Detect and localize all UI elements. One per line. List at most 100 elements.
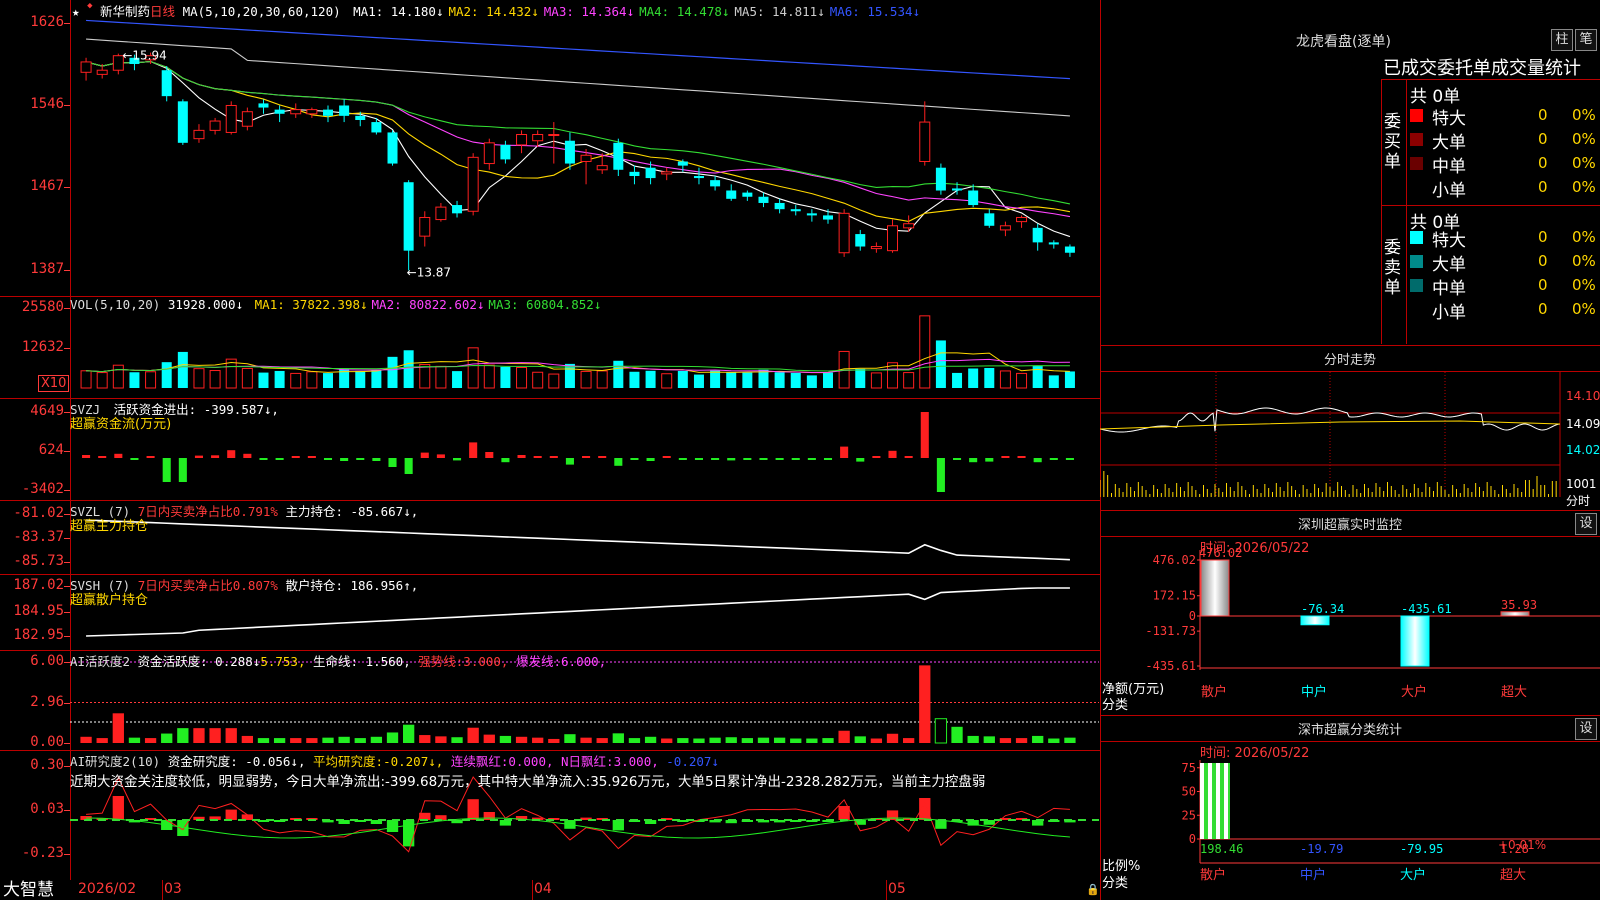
activity-bar: [951, 726, 963, 743]
vol-bar: [580, 370, 592, 389]
candle: [1016, 215, 1028, 228]
vol-bar: [403, 350, 414, 388]
vol-bar: [1064, 371, 1075, 388]
ai-research-panel[interactable]: 0.30 0.03 -0.23 AI研究度2(10) 资金研究度: -0.056↓,…: [0, 750, 1100, 880]
svzl-ytick-label: -81.02: [13, 505, 64, 521]
candle: [435, 202, 447, 222]
flow-bar: [565, 458, 574, 465]
flow-bar: [356, 458, 365, 460]
activity-bar: [499, 735, 512, 743]
flow-bar: [598, 456, 607, 458]
vol-panel[interactable]: 25580 12632 X10 VOL(5,10,20) 31928.000↓ M…: [0, 296, 1100, 399]
flow-bar: [436, 454, 445, 458]
activity-bar: [983, 736, 995, 743]
candle: [1064, 244, 1075, 257]
activity-bar: [112, 713, 124, 743]
buy-row-name: 特大: [1432, 109, 1466, 129]
star-icon[interactable]: ★: [72, 4, 80, 19]
candle-body: [984, 213, 995, 226]
high-annotation: ←15.94: [122, 49, 166, 63]
activity-bar: [838, 730, 850, 743]
svsh-panel[interactable]: 187.02 184.95 182.95 SVSH (7) 7日内买卖净占比0.80…: [0, 574, 1100, 651]
vol-legend-item: MA1: 37822.398↓: [254, 297, 368, 312]
svzj-panel[interactable]: 4649 624 -3402 SVZJ 活跃资金进出: -399.587↓, 超赢资…: [0, 398, 1100, 501]
research-bar: [112, 796, 124, 820]
vol-legend-item: MA2: 80822.602↓: [371, 297, 485, 312]
chart-area[interactable]: 1626 1546 1467 1387 ←15.94 ←13.87 ★ ◆ 新华制药日线…: [0, 0, 1100, 900]
period-label[interactable]: 日线: [150, 4, 175, 19]
svsh-y-axis: 187.02 184.95 182.95: [0, 574, 71, 650]
bar-mode-button[interactable]: 柱: [1551, 29, 1573, 51]
vol-header: VOL(5,10,20) 31928.000↓ MA1: 37822.398↓ M…: [70, 297, 601, 312]
ai1-ytick-label: 2.96: [30, 694, 64, 710]
flow-bar: [791, 458, 800, 460]
kline-panel[interactable]: 1626 1546 1467 1387 ←15.94 ←13.87 ★ ◆ 新华制药日线…: [0, 0, 1100, 297]
ai2-ytick-label: 0.03: [30, 801, 64, 817]
ai-activity-panel[interactable]: 6.00 2.96 0.00 AI活跃度2 资金活跃度: 0.288↓5.753, …: [0, 650, 1100, 751]
flow-bar: [904, 456, 913, 458]
sz-stats-panel: 深市超赢分类统计 设 时间: 2026/05/22 75 50 25 0 198.46 散…: [1100, 715, 1600, 900]
kline-plot[interactable]: ←15.94 ←13.87: [70, 0, 1099, 296]
ai1-ytick-label: 6.00: [30, 653, 64, 669]
activity-bar: [612, 733, 624, 743]
vol-bar: [532, 371, 544, 389]
candle-body: [483, 142, 495, 165]
sell-row-count: 0: [1538, 276, 1548, 294]
activity-bar: [96, 738, 108, 743]
brand-logo: 大智慧: [3, 880, 54, 900]
buy-row-count: 0: [1538, 178, 1548, 196]
intraday-vol-unit: 分时: [1566, 494, 1591, 508]
flow-bar: [614, 458, 623, 466]
candle: [984, 209, 995, 228]
intraday-panel[interactable]: 分时走势 14.10 14.09 14.02 1001 分时: [1100, 345, 1600, 511]
flow-bar: [549, 456, 558, 458]
candle-body: [870, 246, 882, 250]
candle-body: [774, 202, 785, 210]
intraday-price-low: 14.02: [1566, 443, 1600, 457]
buy-row-pct: 0%: [1572, 154, 1596, 172]
date-label-04: 04: [534, 881, 552, 897]
candle-body: [935, 167, 946, 191]
candle-body: [758, 196, 769, 203]
flow-bar: [646, 458, 655, 461]
ma-legend-item: MA1: 14.180↓: [353, 4, 444, 19]
candle: [999, 221, 1011, 237]
monitor-category-label: 大户: [1401, 684, 1427, 700]
candle: [613, 138, 624, 176]
stats-ytick-label: 75: [1182, 761, 1196, 775]
candle: [258, 99, 269, 114]
sell-row-name: 特大: [1432, 231, 1466, 251]
flow-bar: [291, 456, 300, 458]
monitor-ytick-label: 172.15: [1153, 589, 1196, 603]
flow-bar: [469, 442, 478, 458]
flow-bar: [259, 458, 268, 460]
svzj-subtitle: 超赢资金流(万元): [70, 417, 172, 432]
candle-body: [371, 122, 382, 133]
buy-row-name: 小单: [1432, 181, 1466, 201]
candle-body: [80, 61, 92, 73]
buy-row-pct: 0%: [1572, 130, 1596, 148]
flow-bar: [243, 453, 252, 458]
flow-bar: [404, 458, 413, 474]
ma120-line: [86, 19, 1070, 80]
vol-bar: [452, 371, 463, 388]
flow-bar: [759, 458, 768, 460]
candle-body: [387, 132, 398, 164]
svsh-ytick-label: 182.95: [13, 627, 64, 643]
flow-bar: [582, 456, 591, 458]
candle-body: [161, 70, 172, 97]
sell-row-name: 大单: [1432, 255, 1466, 275]
vol-bar: [145, 371, 157, 389]
candle-body: [887, 225, 899, 252]
candle-body: [1032, 227, 1043, 243]
svzl-panel[interactable]: -81.02 -83.37 -85.73 SVZL (7) 7日内买卖净占比0.79…: [0, 500, 1100, 575]
lock-icon[interactable]: 🔒: [1086, 883, 1100, 896]
flow-bar: [678, 458, 687, 460]
lhb-tabs[interactable]: 已成交委托单成交量统计: [1383, 54, 1581, 80]
svzl-label: 主力持仓:: [285, 504, 343, 519]
vol-legend: MA1: 37822.398↓ MA2: 80822.602↓ MA3: 60804…: [251, 297, 602, 312]
tick-mode-button[interactable]: 笔: [1575, 29, 1597, 51]
candle-body: [403, 182, 414, 251]
buy-row-swatch: [1410, 181, 1423, 194]
vol-bar: [629, 371, 640, 388]
